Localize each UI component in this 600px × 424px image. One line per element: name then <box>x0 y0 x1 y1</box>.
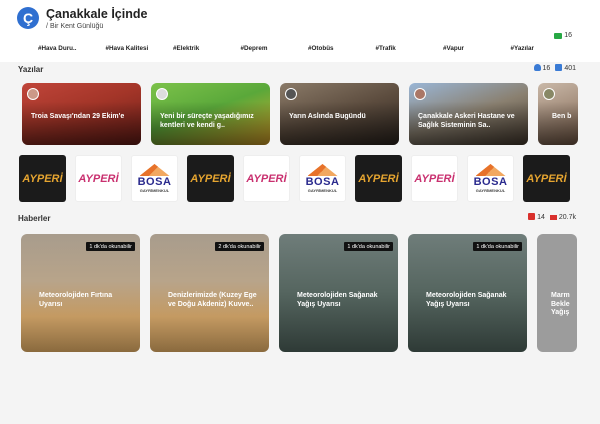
news-card[interactable]: 1 dk'da okunabilir Meteorolojiden Sağana… <box>408 234 527 352</box>
articles-section-title[interactable]: Yazılar <box>18 65 43 74</box>
tag-ferry[interactable]: #Vapur <box>443 45 511 55</box>
article-card[interactable]: Çanakkale Askeri Hastane ve Sağlık Siste… <box>409 83 528 145</box>
tag-electricity[interactable]: #Elektrik <box>173 45 241 55</box>
tag-earthquake[interactable]: #Deprem <box>241 45 309 55</box>
author-avatar <box>156 88 168 100</box>
news-title: Meteorolojiden Sağanak Yağış Uyarısı <box>297 292 378 308</box>
author-avatar <box>27 88 39 100</box>
sponsor-ayperi-light[interactable]: AYPERİ <box>75 155 122 202</box>
sponsor-ayperi-dark[interactable]: AYPERİ <box>19 155 66 202</box>
read-time-badge: 1 dk'da okunabilir <box>86 242 135 251</box>
article-card[interactable]: Troia Savaşı'ndan 29 Ekim'e <box>22 83 141 145</box>
article-card[interactable]: Yarın Aslında Bugündü <box>280 83 399 145</box>
news-title: Marm Bekle Yağış <box>551 292 570 316</box>
article-title: Çanakkale Askeri Hastane ve Sağlık Siste… <box>418 113 515 129</box>
articles-carousel: Troia Savaşı'ndan 29 Ekim'e Yeni bir sür… <box>22 83 578 145</box>
news-counts: 14 20.7k <box>528 213 576 221</box>
list-icon <box>549 214 557 220</box>
house-roof-icon <box>307 164 338 176</box>
author-avatar <box>414 88 426 100</box>
author-avatar <box>543 88 555 100</box>
article-title: Ben b <box>552 113 572 120</box>
live-camera-count[interactable]: 16 <box>554 32 572 39</box>
sponsor-bosa[interactable]: BOSA GAYRİMENKUL <box>299 155 346 202</box>
sponsor-ayperi-light[interactable]: AYPERİ <box>243 155 290 202</box>
folder-icon <box>528 213 536 220</box>
news-title: Meteorolojiden Sağanak Yağış Uyarısı <box>426 292 507 308</box>
article-title: Troia Savaşı'ndan 29 Ekim'e <box>31 113 125 120</box>
sponsor-bosa[interactable]: BOSA GAYRİMENKUL <box>467 155 514 202</box>
tag-traffic[interactable]: #Trafik <box>376 45 444 55</box>
article-title: Yarın Aslında Bugündü <box>289 113 366 120</box>
house-roof-icon <box>475 164 506 176</box>
news-card[interactable]: 1 dk'da okunabilir Meteorolojiden Sağana… <box>279 234 398 352</box>
tag-articles[interactable]: #Yazılar <box>511 45 579 55</box>
article-card[interactable]: Ben b <box>538 83 578 145</box>
news-title: Meteorolojiden Fırtına Uyarısı <box>39 292 113 308</box>
house-roof-icon <box>139 164 170 176</box>
sponsor-ayperi-dark[interactable]: AYPERİ <box>355 155 402 202</box>
sponsor-strip: AYPERİ AYPERİ BOSA GAYRİMENKUL AYPERİ AYP… <box>19 155 570 202</box>
users-icon <box>533 64 541 71</box>
sponsor-ayperi-light[interactable]: AYPERİ <box>411 155 458 202</box>
tag-air-quality[interactable]: #Hava Kalitesi <box>106 45 174 55</box>
sponsor-ayperi-dark[interactable]: AYPERİ <box>523 155 570 202</box>
camera-icon <box>554 32 563 39</box>
read-time-badge: 1 dk'da okunabilir <box>344 242 393 251</box>
news-card[interactable]: 2 dk'da okunabilir Denizlerimizde (Kuzey… <box>150 234 269 352</box>
site-subtitle: / Bir Kent Günlüğü <box>46 23 104 30</box>
read-time-badge: 1 dk'da okunabilir <box>473 242 522 251</box>
news-carousel: 1 dk'da okunabilir Meteorolojiden Fırtın… <box>21 234 577 352</box>
document-icon <box>555 64 563 71</box>
news-card[interactable]: Marm Bekle Yağış <box>537 234 577 352</box>
article-title: Yeni bir süreçte yaşadığımız kentleri ve… <box>160 113 254 129</box>
news-section-title[interactable]: Haberler <box>18 214 50 223</box>
site-title[interactable]: Çanakkale İçinde <box>46 7 147 21</box>
sponsor-ayperi-dark[interactable]: AYPERİ <box>187 155 234 202</box>
tag-bus[interactable]: #Otobüs <box>308 45 376 55</box>
tag-weather[interactable]: #Hava Duru.. <box>38 45 106 55</box>
site-logo[interactable]: Ç <box>17 7 39 29</box>
sponsor-bosa[interactable]: BOSA GAYRİMENKUL <box>131 155 178 202</box>
topic-tags: #Hava Duru.. #Hava Kalitesi #Elektrik #D… <box>38 45 588 55</box>
news-title: Denizlerimizde (Kuzey Ege ve Doğu Akdeni… <box>168 292 257 308</box>
articles-counts: 16 401 <box>533 64 576 72</box>
author-avatar <box>285 88 297 100</box>
read-time-badge: 2 dk'da okunabilir <box>215 242 264 251</box>
news-card[interactable]: 1 dk'da okunabilir Meteorolojiden Fırtın… <box>21 234 140 352</box>
article-card[interactable]: Yeni bir süreçte yaşadığımız kentleri ve… <box>151 83 270 145</box>
